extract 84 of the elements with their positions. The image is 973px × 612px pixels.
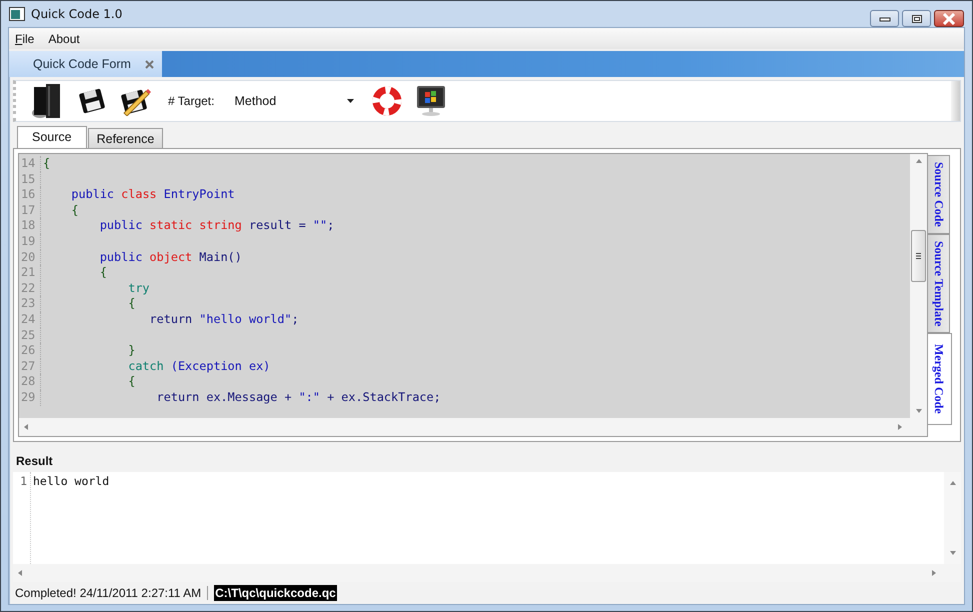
line-number: 25 xyxy=(19,328,41,344)
scroll-left-icon[interactable] xyxy=(24,424,28,430)
scroll-right-icon[interactable] xyxy=(932,570,936,576)
side-tab[interactable]: Source Code xyxy=(928,155,950,234)
scroll-up-icon[interactable] xyxy=(950,481,956,485)
vertical-scrollbar[interactable] xyxy=(910,154,927,418)
line-number: 26 xyxy=(19,343,41,359)
line-number: 16 xyxy=(19,187,41,203)
line-number: 29 xyxy=(19,390,41,406)
editor-tab[interactable]: Reference xyxy=(88,128,164,148)
code-token: catch xyxy=(127,358,164,373)
lifebuoy-icon[interactable] xyxy=(372,86,402,116)
code-token: class xyxy=(120,187,157,202)
grip-icon xyxy=(916,253,921,259)
code-token: } xyxy=(127,343,136,358)
code-token: object xyxy=(148,250,192,264)
code-token: ":" xyxy=(298,390,320,404)
menu-item[interactable]: File xyxy=(15,32,34,46)
menu-item[interactable]: About xyxy=(48,32,80,46)
code-token: (Exception ex) xyxy=(170,358,270,373)
editor-tab[interactable]: Source xyxy=(17,126,87,148)
code-token: { xyxy=(70,202,79,217)
code-token: EntryPoint xyxy=(162,187,235,202)
caret-icon xyxy=(347,99,354,103)
code-token: "" xyxy=(312,218,328,232)
line-number: 24 xyxy=(19,312,41,328)
code-token: try xyxy=(127,280,150,295)
code-token: { xyxy=(127,296,136,310)
code-token: ; xyxy=(292,312,299,326)
side-tab[interactable]: Source Template xyxy=(928,234,950,334)
vertical-scrollbar[interactable] xyxy=(944,472,961,564)
scroll-right-icon[interactable] xyxy=(898,424,902,430)
line-number: 18 xyxy=(19,218,41,234)
maximize-button[interactable] xyxy=(902,10,931,27)
code-token: public xyxy=(70,187,114,202)
document-tab[interactable]: Quick Code Form xyxy=(9,51,162,77)
code-token: return xyxy=(148,312,194,326)
target-label: # Target: xyxy=(168,94,214,108)
code-token: public xyxy=(98,218,142,232)
scrollbar-thumb[interactable] xyxy=(911,230,926,282)
close-icon[interactable] xyxy=(144,60,154,68)
target-dropdown[interactable]: Method xyxy=(228,94,358,108)
horizontal-scrollbar[interactable] xyxy=(19,418,927,436)
scroll-up-icon[interactable] xyxy=(916,159,922,163)
close-button[interactable] xyxy=(934,10,964,27)
line-number: 27 xyxy=(19,358,41,374)
line-number: 17 xyxy=(19,202,41,218)
code-token: { xyxy=(98,265,107,280)
minimize-button[interactable] xyxy=(870,10,899,27)
code-token: Main() xyxy=(198,250,242,264)
code-token: static string xyxy=(148,218,242,232)
code-token: { xyxy=(43,156,50,170)
floppy-pencil-icon[interactable] xyxy=(120,86,152,116)
maximize-icon xyxy=(910,14,922,24)
line-number: 21 xyxy=(19,265,41,281)
code-token: result = xyxy=(248,218,307,232)
scroll-left-icon[interactable] xyxy=(18,570,22,576)
toolbar-scrollbar[interactable] xyxy=(951,81,960,121)
code-editor[interactable] xyxy=(18,153,928,437)
window-title: Quick Code 1.0 xyxy=(31,7,122,21)
line-number: 22 xyxy=(19,280,41,296)
line-number: 23 xyxy=(19,296,41,312)
line-number: 28 xyxy=(19,374,41,390)
code-token: { xyxy=(127,374,136,388)
code-token: "hello world" xyxy=(199,312,292,326)
line-number: 15 xyxy=(19,172,41,188)
code-token: ; xyxy=(327,218,334,232)
line-number: 14 xyxy=(19,156,41,172)
line-number: 20 xyxy=(19,250,41,266)
code-token: return ex.Message + xyxy=(156,390,293,404)
side-tab[interactable]: Merged Code xyxy=(928,333,952,425)
output-text: hello world xyxy=(33,473,110,490)
scroll-down-icon[interactable] xyxy=(950,551,956,555)
line-number: 19 xyxy=(19,234,41,250)
result-heading: Result xyxy=(15,453,54,470)
scroll-down-icon[interactable] xyxy=(916,409,922,413)
close-icon xyxy=(942,12,956,24)
status-message: Completed! 24/11/2011 2:27:11 AM xyxy=(15,586,208,600)
code-token: + ex.StackTrace; xyxy=(326,390,441,404)
file-path: C:\T\qc\quickcode.qc xyxy=(214,585,337,601)
minimize-icon xyxy=(878,16,890,22)
monitor-icon[interactable] xyxy=(416,85,446,117)
app-window-icon xyxy=(9,7,25,21)
code-token: public xyxy=(98,250,142,264)
